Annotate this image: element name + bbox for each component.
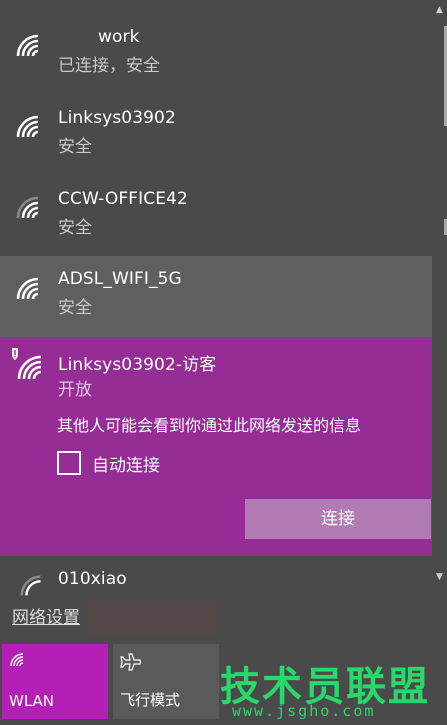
quick-actions-area: 网络设置 WLAN 飞行模式 技术员联盟 www.jsgho.com xyxy=(0,597,447,725)
background-blur xyxy=(88,600,220,635)
wifi-icon xyxy=(16,196,39,219)
auto-connect-row[interactable]: 自动连接 xyxy=(57,450,160,476)
auto-connect-checkbox[interactable] xyxy=(57,451,81,475)
network-name: ADSL_WIFI_5G xyxy=(58,269,182,289)
wlan-tile[interactable]: WLAN xyxy=(2,644,108,719)
network-status: 安全 xyxy=(58,137,92,157)
network-item-linksys03902[interactable]: Linksys03902 安全 xyxy=(0,95,432,176)
network-name: 010xiao xyxy=(58,569,127,589)
network-item-linksys03902-guest-expanded[interactable]: Linksys03902-访客 开放 其他人可能会看到你通过此网络发送的信息 自… xyxy=(0,337,432,556)
wlan-tile-label: WLAN xyxy=(9,692,55,710)
open-network-warning-wifi-icon xyxy=(12,348,42,380)
network-item-ccw-office42[interactable]: CCW-OFFICE42 安全 xyxy=(0,176,432,257)
wifi-icon xyxy=(16,277,39,300)
auto-connect-label: 自动连接 xyxy=(92,455,160,476)
network-status: 安全 xyxy=(58,298,92,318)
scroll-down-arrow-icon[interactable]: ▼ xyxy=(435,573,444,582)
network-status: 已连接，安全 xyxy=(58,56,160,76)
airplane-mode-tile-label: 飞行模式 xyxy=(120,691,181,709)
network-list: work 已连接，安全 Linksys03902 安全 CCW-OFFICE42 xyxy=(0,0,432,597)
airplane-icon xyxy=(120,653,142,671)
network-status: 开放 xyxy=(58,380,92,400)
wifi-icon xyxy=(16,34,39,57)
airplane-mode-tile[interactable]: 飞行模式 xyxy=(113,644,219,719)
open-network-warning: 其他人可能会看到你通过此网络发送的信息 xyxy=(57,416,362,435)
watermark-url: www.jsgho.com xyxy=(232,702,376,720)
network-name: CCW-OFFICE42 xyxy=(58,189,188,209)
scroll-up-arrow-icon[interactable]: ▲ xyxy=(435,6,444,15)
connect-button[interactable]: 连接 xyxy=(245,499,431,539)
wifi-icon xyxy=(20,575,41,596)
network-flyout: work 已连接，安全 Linksys03902 安全 CCW-OFFICE42 xyxy=(0,0,447,725)
network-item-adsl-wifi-5g[interactable]: ADSL_WIFI_5G 安全 xyxy=(0,256,432,337)
network-item-work[interactable]: work 已连接，安全 xyxy=(0,14,432,95)
wifi-icon xyxy=(16,115,39,138)
network-name: Linksys03902 xyxy=(58,108,176,128)
watermark-logo: 技术员联盟 www.jsgho.com xyxy=(220,654,445,724)
network-settings-link[interactable]: 网络设置 xyxy=(12,603,80,628)
network-name: Linksys03902-访客 xyxy=(58,355,217,375)
wifi-icon xyxy=(10,653,24,667)
network-list-scrollbar[interactable]: ▲ ▼ xyxy=(432,0,447,590)
network-item-010xiao[interactable]: 010xiao xyxy=(0,556,432,597)
network-status: 安全 xyxy=(58,218,92,238)
network-name: work xyxy=(98,27,140,47)
